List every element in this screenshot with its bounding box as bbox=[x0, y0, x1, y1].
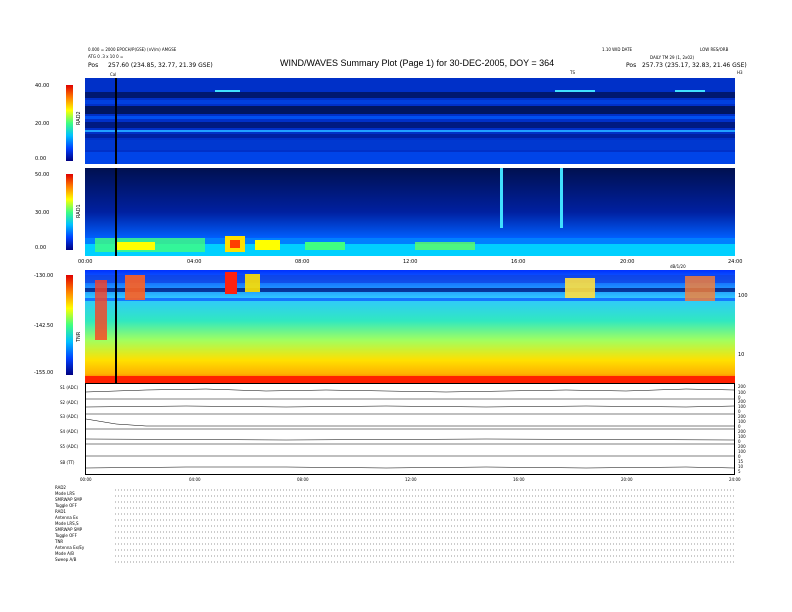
line-label-s2: S2 (ADC) bbox=[60, 400, 79, 405]
bottom-time-16: 16:00 bbox=[513, 477, 525, 482]
rad2-colorbar bbox=[66, 85, 73, 161]
rad2-spectrogram-svg bbox=[85, 78, 735, 164]
tnr-top-label: dB/1/20 bbox=[670, 264, 686, 269]
header-left-line2: ATG 0 .3 x 10 0 = bbox=[88, 54, 124, 59]
header-center-line1: 1.10 WID DATE bbox=[602, 47, 633, 52]
tnr-spectrogram bbox=[85, 270, 735, 383]
header-right-pos-value: 257.73 (235.17, 32.83, 21.46 GSE) bbox=[642, 62, 747, 69]
line-label-s5: S5 (ADC) bbox=[60, 444, 79, 449]
header-left-pos-label: Pos bbox=[88, 62, 99, 69]
rad2-tick-bottom: 0.00 bbox=[35, 156, 47, 162]
ts-label: TS bbox=[570, 70, 575, 75]
line-label-s4: S4 (ADC) bbox=[60, 429, 79, 434]
bottom-time-00: 00:00 bbox=[80, 477, 92, 482]
time-label-16: 16:00 bbox=[511, 259, 526, 265]
bottom-dotted-lines bbox=[115, 489, 735, 563]
page-title: WIND/WAVES Summary Plot (Page 1) for 30-… bbox=[280, 58, 555, 68]
bottom-time-08: 08:00 bbox=[297, 477, 309, 482]
bottom-time-12: 12:00 bbox=[405, 477, 417, 482]
rad2-tick-mid: 20.00 bbox=[35, 121, 50, 127]
header-left-pos-value: 257.60 (234.85, 32.77, 21.39 GSE) bbox=[108, 62, 213, 69]
rad1-tick-top: 50.00 bbox=[35, 172, 50, 178]
line-right-s1-0: 200 bbox=[738, 384, 746, 389]
tnr-tick-top: -130.00 bbox=[34, 273, 54, 279]
bottom-time-24: 24:00 bbox=[729, 477, 741, 482]
tnr-colorbar bbox=[66, 275, 73, 375]
time-label-00: 00:00 bbox=[78, 259, 93, 265]
rad1-tick-mid: 30.00 bbox=[35, 210, 50, 216]
tnr-right-tick-100: 100 bbox=[738, 293, 748, 299]
time-label-24: 24:00 bbox=[728, 259, 743, 265]
rad1-colorbar bbox=[66, 174, 73, 250]
rad1-spectrogram-svg bbox=[85, 168, 735, 256]
bottom-text: RAD2 Mode LRS SMRWAP SMP Toggle OFF RAD1… bbox=[55, 485, 735, 567]
time-label-12: 12:00 bbox=[403, 259, 418, 265]
header-right-line2: DAILY TM 29 (1, 2x02) bbox=[650, 55, 695, 60]
rad2-tick-top: 40.00 bbox=[35, 83, 50, 89]
time-label-08: 08:00 bbox=[295, 259, 310, 265]
tnr-right-tick-10: 10 bbox=[738, 352, 745, 358]
time-label-20: 20:00 bbox=[620, 259, 635, 265]
header-left-line1: 0.000 = 2000 EPOCH/P(GSE) (nV/m) AMGSE bbox=[88, 47, 177, 52]
line-right-sb-2: 5 bbox=[738, 469, 741, 474]
line-panels bbox=[85, 383, 735, 475]
rad1-spectrogram bbox=[85, 168, 735, 256]
bottom-time-20: 20:00 bbox=[621, 477, 633, 482]
rad2-spectrogram bbox=[85, 78, 735, 164]
tnr-spectrogram-svg bbox=[85, 270, 735, 383]
header-right-pos-label: Pos bbox=[626, 62, 637, 69]
rad1-tick-bottom: 0.00 bbox=[35, 245, 47, 251]
bottom-time-04: 04:00 bbox=[189, 477, 201, 482]
time-label-04: 04:00 bbox=[187, 259, 202, 265]
line-label-s1: S1 (ADC) bbox=[60, 385, 79, 390]
tnr-label: TNR bbox=[76, 331, 82, 342]
tnr-tick-bottom: -155.00 bbox=[34, 370, 54, 376]
rad2-label: RAD2 bbox=[76, 111, 82, 125]
cal-label: Cal bbox=[110, 72, 117, 77]
line-label-s3: S3 (ADC) bbox=[60, 414, 79, 419]
header-right-line1: LOW RES/ORB bbox=[700, 47, 729, 52]
line-panels-svg bbox=[85, 388, 735, 469]
tnr-tick-mid: -142.50 bbox=[34, 323, 54, 329]
top-right-mark: H3 bbox=[737, 70, 743, 75]
rad1-label: RAD1 bbox=[76, 204, 82, 218]
line-label-sb: SB (TT) bbox=[60, 460, 75, 465]
